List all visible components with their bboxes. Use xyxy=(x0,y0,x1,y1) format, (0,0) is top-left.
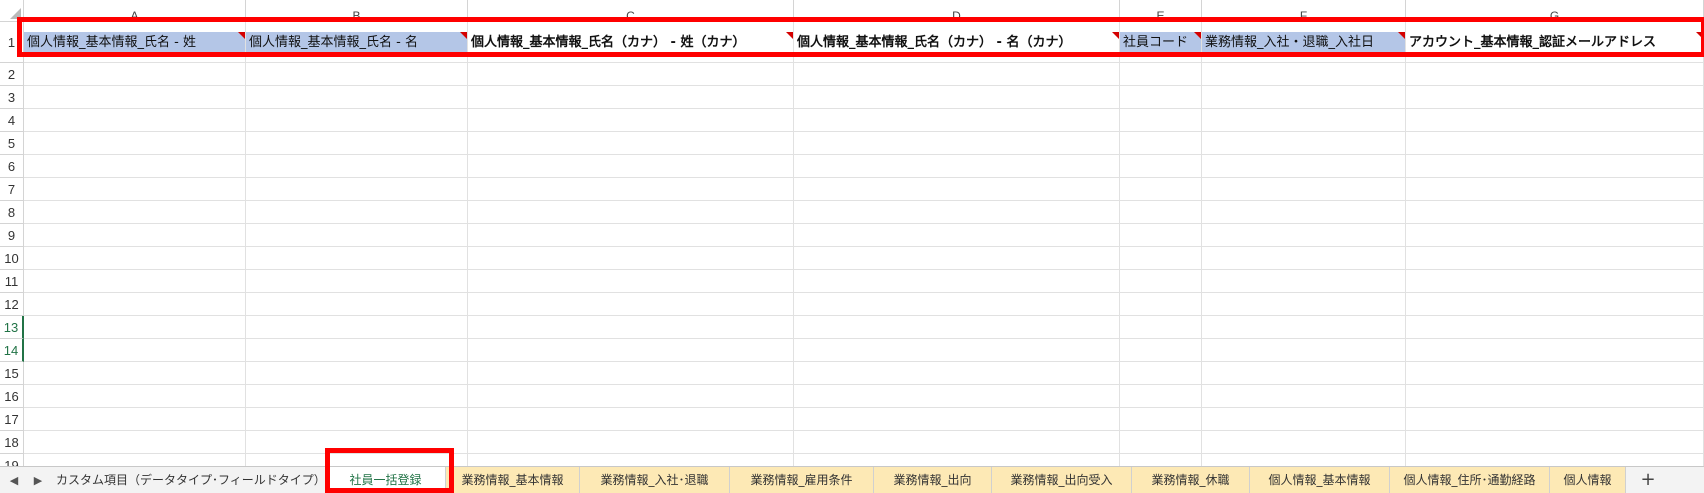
gridline-horizontal xyxy=(24,384,1704,385)
gridline-horizontal xyxy=(24,223,1704,224)
header-cell-text: 個人情報_基本情報_氏名 - 名 xyxy=(249,35,418,50)
header-cell-text: 個人情報_基本情報_氏名 - 姓 xyxy=(27,35,196,50)
gridline-horizontal xyxy=(24,453,1704,454)
header-cell-d1[interactable]: 個人情報_基本情報_氏名（カナ） - 名（カナ） xyxy=(794,32,1119,53)
column-header-g[interactable]: G xyxy=(1406,0,1704,22)
gridline-horizontal xyxy=(24,108,1704,109)
gridline-horizontal xyxy=(24,315,1704,316)
row-header-16[interactable]: 16 xyxy=(0,385,24,408)
column-header-e[interactable]: E xyxy=(1120,0,1202,22)
sheet-tab-4[interactable]: 業務情報_入社･退職 xyxy=(580,467,730,493)
header-cell-b1[interactable]: 個人情報_基本情報_氏名 - 名 xyxy=(246,32,467,53)
sheet-tab-6[interactable]: 業務情報_出向 xyxy=(874,467,992,493)
column-header-a[interactable]: A xyxy=(24,0,246,22)
prev-sheet-icon[interactable]: ◀ xyxy=(6,473,22,489)
gridline-horizontal xyxy=(24,85,1704,86)
sheet-tab-5[interactable]: 業務情報_雇用条件 xyxy=(730,467,874,493)
header-cell-text: 社員コード xyxy=(1123,35,1189,50)
column-header-f[interactable]: F xyxy=(1202,0,1406,22)
row-header-10[interactable]: 10 xyxy=(0,247,24,270)
comment-indicator-icon[interactable] xyxy=(460,32,467,39)
header-cell-text: 業務情報_入社・退職_入社日 xyxy=(1205,35,1375,50)
comment-indicator-icon[interactable] xyxy=(1112,32,1119,39)
row-header-4[interactable]: 4 xyxy=(0,109,24,132)
row-header-3[interactable]: 3 xyxy=(0,86,24,109)
header-cell-e1[interactable]: 社員コード xyxy=(1120,32,1201,53)
gridline-vertical xyxy=(793,22,794,466)
header-cell-c1[interactable]: 個人情報_基本情報_氏名（カナ） - 姓（カナ） xyxy=(468,32,793,53)
row-header-15[interactable]: 15 xyxy=(0,362,24,385)
row-header-1[interactable]: 1 xyxy=(0,22,24,63)
gridline-horizontal xyxy=(24,177,1704,178)
row-header-2[interactable]: 2 xyxy=(0,63,24,86)
sheet-tab-bar: ◀ ▶ カスタム項目（データタイプ･フィールドタイプ） 社員一括登録 業務情報_基本… xyxy=(0,466,1704,493)
gridline-horizontal xyxy=(24,246,1704,247)
header-cell-g1[interactable]: アカウント_基本情報_認証メールアドレス xyxy=(1406,32,1703,53)
gridline-horizontal xyxy=(24,200,1704,201)
row-header-5[interactable]: 5 xyxy=(0,132,24,155)
row-header-9[interactable]: 9 xyxy=(0,224,24,247)
gridline-horizontal xyxy=(24,292,1704,293)
column-header-d[interactable]: D xyxy=(794,0,1120,22)
gridline-horizontal xyxy=(24,361,1704,362)
gridline-vertical xyxy=(1201,22,1202,466)
sheet-tab-1[interactable]: カスタム項目（データタイプ･フィールドタイプ） xyxy=(56,467,326,493)
gridline-horizontal xyxy=(24,407,1704,408)
comment-indicator-icon[interactable] xyxy=(1194,32,1201,39)
gridline-vertical xyxy=(245,22,246,466)
comment-indicator-icon[interactable] xyxy=(1696,32,1703,39)
row-header-11[interactable]: 11 xyxy=(0,270,24,293)
row-header-14[interactable]: 14 xyxy=(0,339,24,362)
header-cell-f1[interactable]: 業務情報_入社・退職_入社日 xyxy=(1202,32,1405,53)
sheet-tab-3[interactable]: 業務情報_基本情報 xyxy=(446,467,580,493)
header-cell-text: 個人情報_基本情報_氏名（カナ） - 名（カナ） xyxy=(797,35,1072,50)
row-header-6[interactable]: 6 xyxy=(0,155,24,178)
comment-indicator-icon[interactable] xyxy=(786,32,793,39)
row-header-7[interactable]: 7 xyxy=(0,178,24,201)
next-sheet-icon[interactable]: ▶ xyxy=(30,473,46,489)
gridline-horizontal xyxy=(24,62,1704,63)
sheet-tab-2[interactable]: 社員一括登録 xyxy=(326,467,446,493)
row-header-8[interactable]: 8 xyxy=(0,201,24,224)
gridline-vertical xyxy=(467,22,468,466)
sheet-tab-9[interactable]: 個人情報_基本情報 xyxy=(1250,467,1390,493)
header-cell-a1[interactable]: 個人情報_基本情報_氏名 - 姓 xyxy=(24,32,245,53)
gridline-horizontal xyxy=(24,269,1704,270)
sheet-tab-7[interactable]: 業務情報_出向受入 xyxy=(992,467,1132,493)
add-sheet-button[interactable]: + xyxy=(1630,467,1666,493)
select-all-corner[interactable] xyxy=(0,0,24,22)
row-header-13[interactable]: 13 xyxy=(0,316,24,339)
gridline-horizontal xyxy=(24,154,1704,155)
sheet-tab-10[interactable]: 個人情報_住所･通勤経路 xyxy=(1390,467,1550,493)
sheet-tab-8[interactable]: 業務情報_休職 xyxy=(1132,467,1250,493)
column-header-b[interactable]: B xyxy=(246,0,468,22)
gridline-horizontal xyxy=(24,338,1704,339)
row-header-12[interactable]: 12 xyxy=(0,293,24,316)
gridline-vertical xyxy=(1119,22,1120,466)
row-header-18[interactable]: 18 xyxy=(0,431,24,454)
row-header-17[interactable]: 17 xyxy=(0,408,24,431)
gridline-horizontal xyxy=(24,131,1704,132)
comment-indicator-icon[interactable] xyxy=(1398,32,1405,39)
header-cell-text: 個人情報_基本情報_氏名（カナ） - 姓（カナ） xyxy=(471,35,746,50)
header-cell-text: アカウント_基本情報_認証メールアドレス xyxy=(1409,35,1657,50)
comment-indicator-icon[interactable] xyxy=(238,32,245,39)
gridline-vertical xyxy=(1405,22,1406,466)
gridline-horizontal xyxy=(24,430,1704,431)
sheet-tab-11[interactable]: 個人情報 xyxy=(1550,467,1626,493)
column-header-c[interactable]: C xyxy=(468,0,794,22)
